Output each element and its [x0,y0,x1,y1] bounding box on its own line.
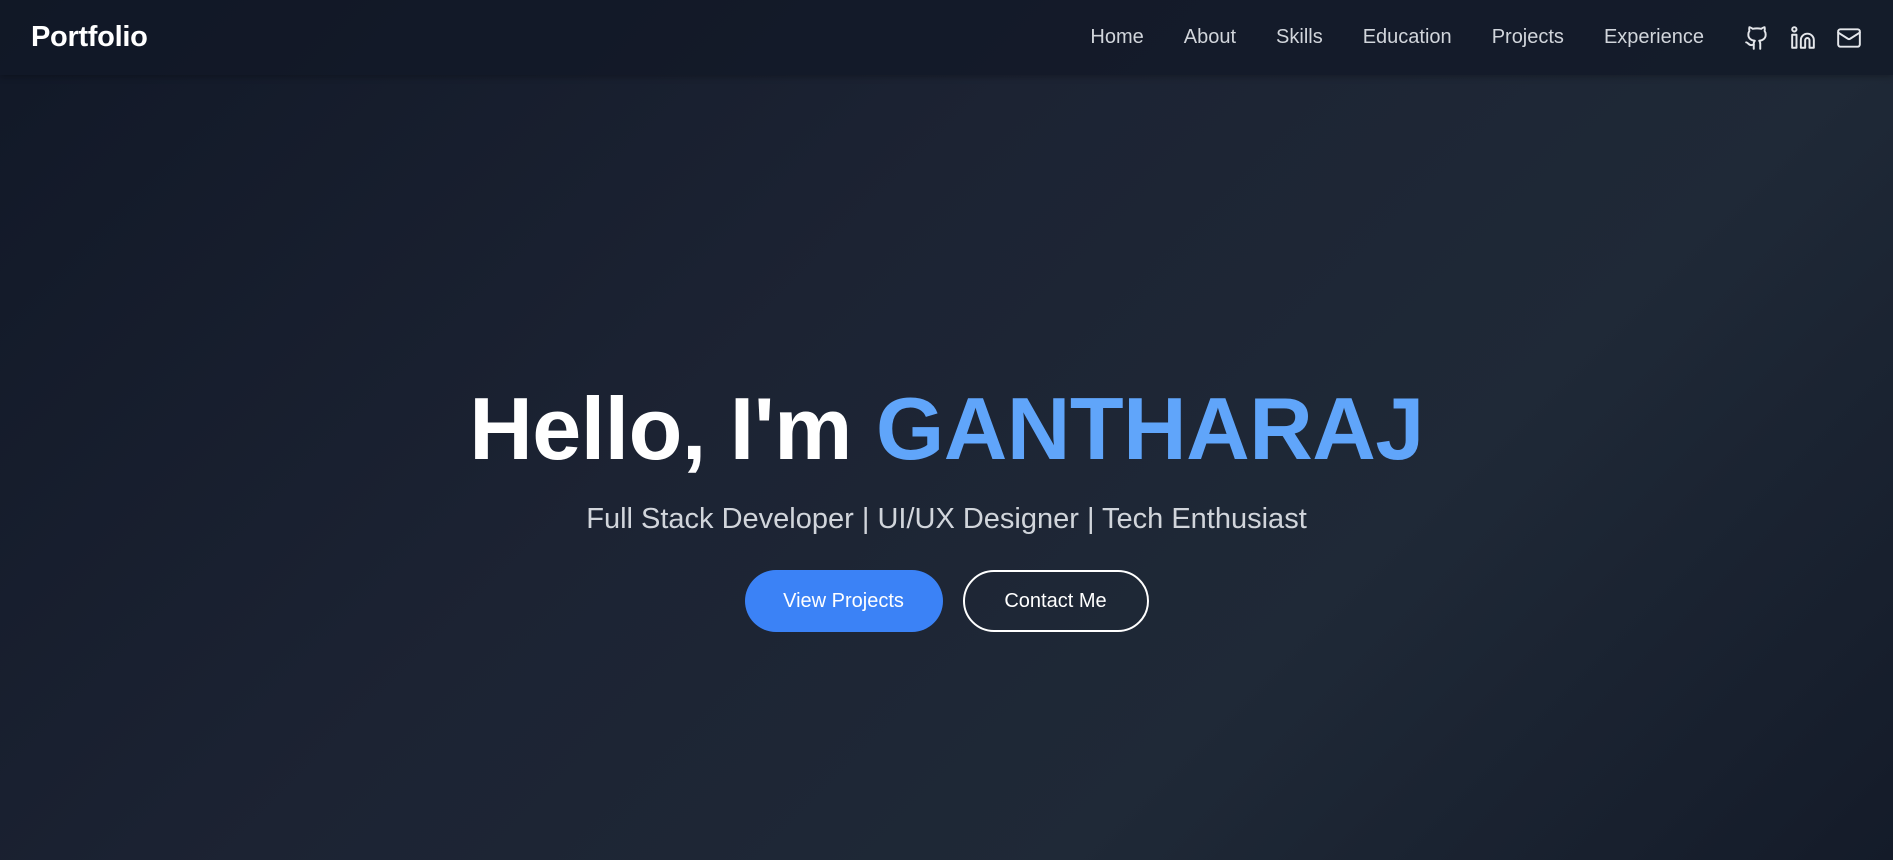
linkedin-icon[interactable] [1790,25,1816,51]
nav-link-experience[interactable]: Experience [1604,26,1704,48]
nav-item-education: Education [1363,26,1452,49]
nav-item-home: Home [1090,26,1143,49]
nav-link-skills[interactable]: Skills [1276,26,1323,48]
hero-name: GANTHARAJ [875,379,1424,478]
mail-icon[interactable] [1836,25,1862,51]
github-icon[interactable] [1744,25,1770,51]
hero-subtitle: Full Stack Developer | UI/UX Designer | … [586,503,1307,535]
brand-logo[interactable]: Portfolio [31,21,148,54]
nav-link-education[interactable]: Education [1363,26,1452,48]
nav-item-projects: Projects [1492,26,1564,49]
navbar: Portfolio Home About Skills Education Pr… [0,0,1893,75]
social-icons [1744,25,1862,51]
view-projects-button[interactable]: View Projects [744,570,943,632]
nav-link-about[interactable]: About [1184,26,1236,48]
hero-title: Hello, I'm GANTHARAJ [469,385,1424,473]
nav-link-home[interactable]: Home [1090,26,1143,48]
nav-link-projects[interactable]: Projects [1492,26,1564,48]
nav-item-about: About [1184,26,1236,49]
contact-me-button[interactable]: Contact Me [962,570,1149,632]
nav-right: Home About Skills Education Projects Exp… [1090,25,1862,51]
hero-buttons: View Projects Contact Me [744,570,1149,632]
hero-section: Hello, I'm GANTHARAJ Full Stack Develope… [0,75,1893,860]
hero-greeting: Hello, I'm [469,379,852,478]
nav-item-skills: Skills [1276,26,1323,49]
nav-item-experience: Experience [1604,26,1704,49]
nav-links: Home About Skills Education Projects Exp… [1090,26,1704,49]
